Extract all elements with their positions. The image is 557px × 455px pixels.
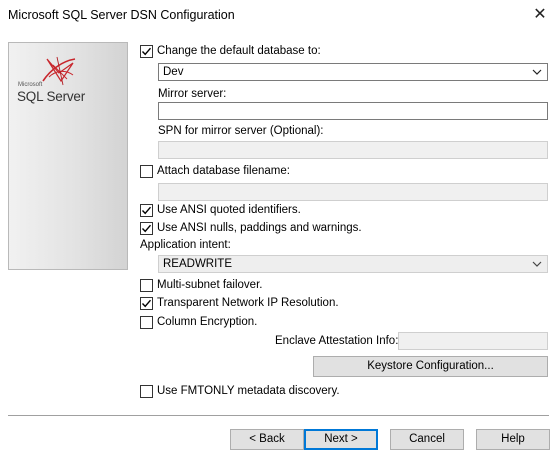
multi-subnet-checkbox[interactable] (140, 279, 153, 292)
ansi-nulls-checkbox[interactable] (140, 222, 153, 235)
sql-server-logo-icon (39, 51, 79, 92)
database-dropdown[interactable]: Dev (158, 63, 548, 81)
column-encryption-checkbox[interactable] (140, 316, 153, 329)
chevron-down-icon (532, 69, 542, 75)
check-icon (141, 299, 152, 308)
ansi-quoted-label: Use ANSI quoted identifiers. (157, 204, 301, 216)
attach-db-label: Attach database filename: (157, 165, 290, 177)
change-db-checkbox[interactable] (140, 45, 153, 58)
fmtonly-label: Use FMTONLY metadata discovery. (157, 385, 340, 397)
window-title: Microsoft SQL Server DSN Configuration (8, 8, 235, 22)
mirror-server-label: Mirror server: (158, 88, 227, 100)
check-icon (141, 47, 152, 56)
footer-divider (8, 415, 549, 416)
logo-microsoft-text: Microsoft (18, 82, 43, 88)
tnir-checkbox[interactable] (140, 297, 153, 310)
close-icon[interactable]: ✕ (525, 2, 555, 28)
chevron-down-icon (532, 261, 542, 267)
keystore-configuration-button[interactable]: Keystore Configuration... (313, 356, 548, 377)
spn-label: SPN for mirror server (Optional): (158, 125, 324, 137)
ansi-nulls-label: Use ANSI nulls, paddings and warnings. (157, 222, 362, 234)
cancel-button[interactable]: Cancel (390, 429, 464, 450)
back-button[interactable]: < Back (230, 429, 304, 450)
column-encryption-label: Column Encryption. (157, 316, 258, 328)
app-intent-dropdown[interactable]: READWRITE (158, 255, 548, 273)
spn-input[interactable] (158, 141, 548, 159)
logo-product-text: SQL Server (17, 89, 86, 104)
app-intent-label: Application intent: (140, 239, 231, 251)
multi-subnet-label: Multi-subnet failover. (157, 279, 263, 291)
check-icon (141, 224, 152, 233)
next-button[interactable]: Next > (304, 429, 378, 450)
tnir-label: Transparent Network IP Resolution. (157, 297, 339, 309)
ansi-quoted-checkbox[interactable] (140, 204, 153, 217)
check-icon (141, 206, 152, 215)
mirror-server-input[interactable] (158, 102, 548, 120)
attach-db-input[interactable] (158, 183, 548, 201)
attach-db-checkbox[interactable] (140, 165, 153, 178)
enclave-input[interactable] (398, 332, 548, 350)
change-db-label: Change the default database to: (157, 45, 321, 57)
app-intent-value: READWRITE (163, 258, 232, 270)
enclave-label: Enclave Attestation Info: (275, 335, 399, 347)
help-button[interactable]: Help (476, 429, 550, 450)
side-banner: Microsoft SQL Server (8, 42, 128, 270)
database-value: Dev (163, 66, 184, 78)
fmtonly-checkbox[interactable] (140, 385, 153, 398)
